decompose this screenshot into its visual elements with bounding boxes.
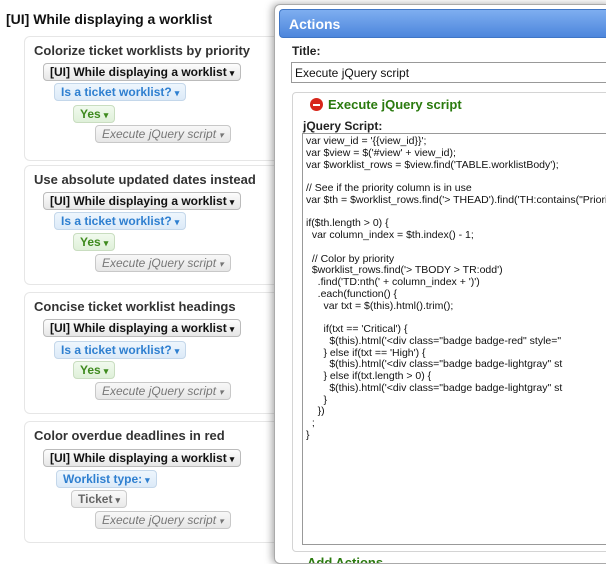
caret-down-icon: ▾ — [229, 197, 235, 207]
popup-title: Actions — [289, 16, 341, 32]
event-label: [UI] While displaying a worklist — [50, 194, 227, 208]
outcome-label: Yes — [80, 235, 101, 249]
condition-dropdown[interactable]: Worklist type: ▾ — [56, 470, 157, 488]
script-label: jQuery Script: — [303, 119, 383, 133]
behavior-card: Use absolute updated dates instead [UI] … — [24, 165, 314, 285]
outcome-dropdown[interactable]: Yes ▾ — [73, 105, 116, 123]
condition-label: Worklist type: — [63, 472, 143, 486]
title-input[interactable] — [291, 62, 606, 83]
caret-down-icon: ▾ — [219, 516, 224, 526]
action-dropdown[interactable]: Execute jQuery script ▾ — [95, 125, 231, 143]
condition-dropdown[interactable]: Is a ticket worklist? ▾ — [54, 341, 187, 359]
caret-down-icon: ▾ — [219, 387, 224, 397]
condition-label: Is a ticket worklist? — [61, 343, 172, 357]
action-dropdown[interactable]: Execute jQuery script ▾ — [95, 511, 231, 529]
outcome-dropdown[interactable]: Yes ▾ — [73, 233, 116, 251]
event-label: [UI] While displaying a worklist — [50, 321, 227, 335]
event-label: [UI] While displaying a worklist — [50, 65, 227, 79]
action-label: Execute jQuery script — [102, 256, 217, 270]
action-label: Execute jQuery script — [102, 384, 217, 398]
caret-down-icon: ▾ — [145, 475, 150, 485]
event-dropdown[interactable]: [UI] While displaying a worklist ▾ — [43, 319, 242, 337]
behaviors-panel: [UI] While displaying a worklist Coloriz… — [0, 0, 314, 559]
event-label: [UI] While displaying a worklist — [50, 451, 227, 465]
page-title: [UI] While displaying a worklist — [6, 11, 213, 27]
script-code[interactable]: var view_id = '{{view_id}}'; var $view =… — [306, 135, 606, 442]
action-label: Execute jQuery script — [102, 127, 217, 141]
condition-label: Is a ticket worklist? — [61, 85, 172, 99]
caret-down-icon: ▾ — [229, 324, 235, 334]
popup-titlebar[interactable]: Actions — [279, 9, 606, 38]
outcome-label: Yes — [80, 363, 101, 377]
behavior-name[interactable]: Concise ticket worklist headings — [34, 299, 236, 314]
condition-dropdown[interactable]: Is a ticket worklist? ▾ — [54, 83, 187, 101]
behavior-card: Colorize ticket worklists by priority [U… — [24, 36, 314, 161]
caret-down-icon: ▾ — [103, 238, 109, 248]
condition-label: Is a ticket worklist? — [61, 214, 172, 228]
add-actions-link[interactable]: Add Actions — [307, 555, 383, 563]
caret-down-icon: ▾ — [103, 366, 109, 376]
outcome-dropdown[interactable]: Ticket ▾ — [71, 490, 127, 508]
action-label: Execute jQuery script — [102, 513, 217, 527]
outcome-label: Ticket — [78, 492, 113, 506]
caret-down-icon: ▾ — [229, 68, 235, 78]
event-dropdown[interactable]: [UI] While displaying a worklist ▾ — [43, 63, 242, 81]
event-dropdown[interactable]: [UI] While displaying a worklist ▾ — [43, 192, 242, 210]
actions-popup: Actions Title: Execute jQuery script jQu… — [274, 4, 606, 564]
caret-down-icon: ▾ — [115, 495, 120, 505]
action-dropdown[interactable]: Execute jQuery script ▾ — [95, 382, 231, 400]
action-dropdown[interactable]: Execute jQuery script ▾ — [95, 254, 231, 272]
title-label: Title: — [292, 44, 321, 58]
minus-circle-icon[interactable] — [310, 98, 323, 111]
event-dropdown[interactable]: [UI] While displaying a worklist ▾ — [43, 449, 242, 467]
caret-down-icon: ▾ — [219, 130, 224, 140]
action-section-title: Execute jQuery script — [328, 97, 462, 112]
caret-down-icon: ▾ — [174, 346, 180, 356]
caret-down-icon: ▾ — [103, 110, 109, 120]
condition-dropdown[interactable]: Is a ticket worklist? ▾ — [54, 212, 187, 230]
caret-down-icon: ▾ — [174, 88, 180, 98]
caret-down-icon: ▾ — [174, 217, 180, 227]
outcome-dropdown[interactable]: Yes ▾ — [73, 361, 116, 379]
behavior-name[interactable]: Colorize ticket worklists by priority — [34, 43, 250, 58]
caret-down-icon: ▾ — [219, 259, 224, 269]
action-section-header: Execute jQuery script — [307, 97, 465, 112]
caret-down-icon: ▾ — [229, 454, 235, 464]
outcome-label: Yes — [80, 107, 101, 121]
behavior-card: Concise ticket worklist headings [UI] Wh… — [24, 292, 314, 414]
script-editor[interactable]: var view_id = '{{view_id}}'; var $view =… — [302, 133, 606, 545]
behavior-name[interactable]: Color overdue deadlines in red — [34, 428, 225, 443]
behavior-card: Color overdue deadlines in red [UI] Whil… — [24, 421, 314, 543]
behavior-name[interactable]: Use absolute updated dates instead — [34, 172, 256, 187]
